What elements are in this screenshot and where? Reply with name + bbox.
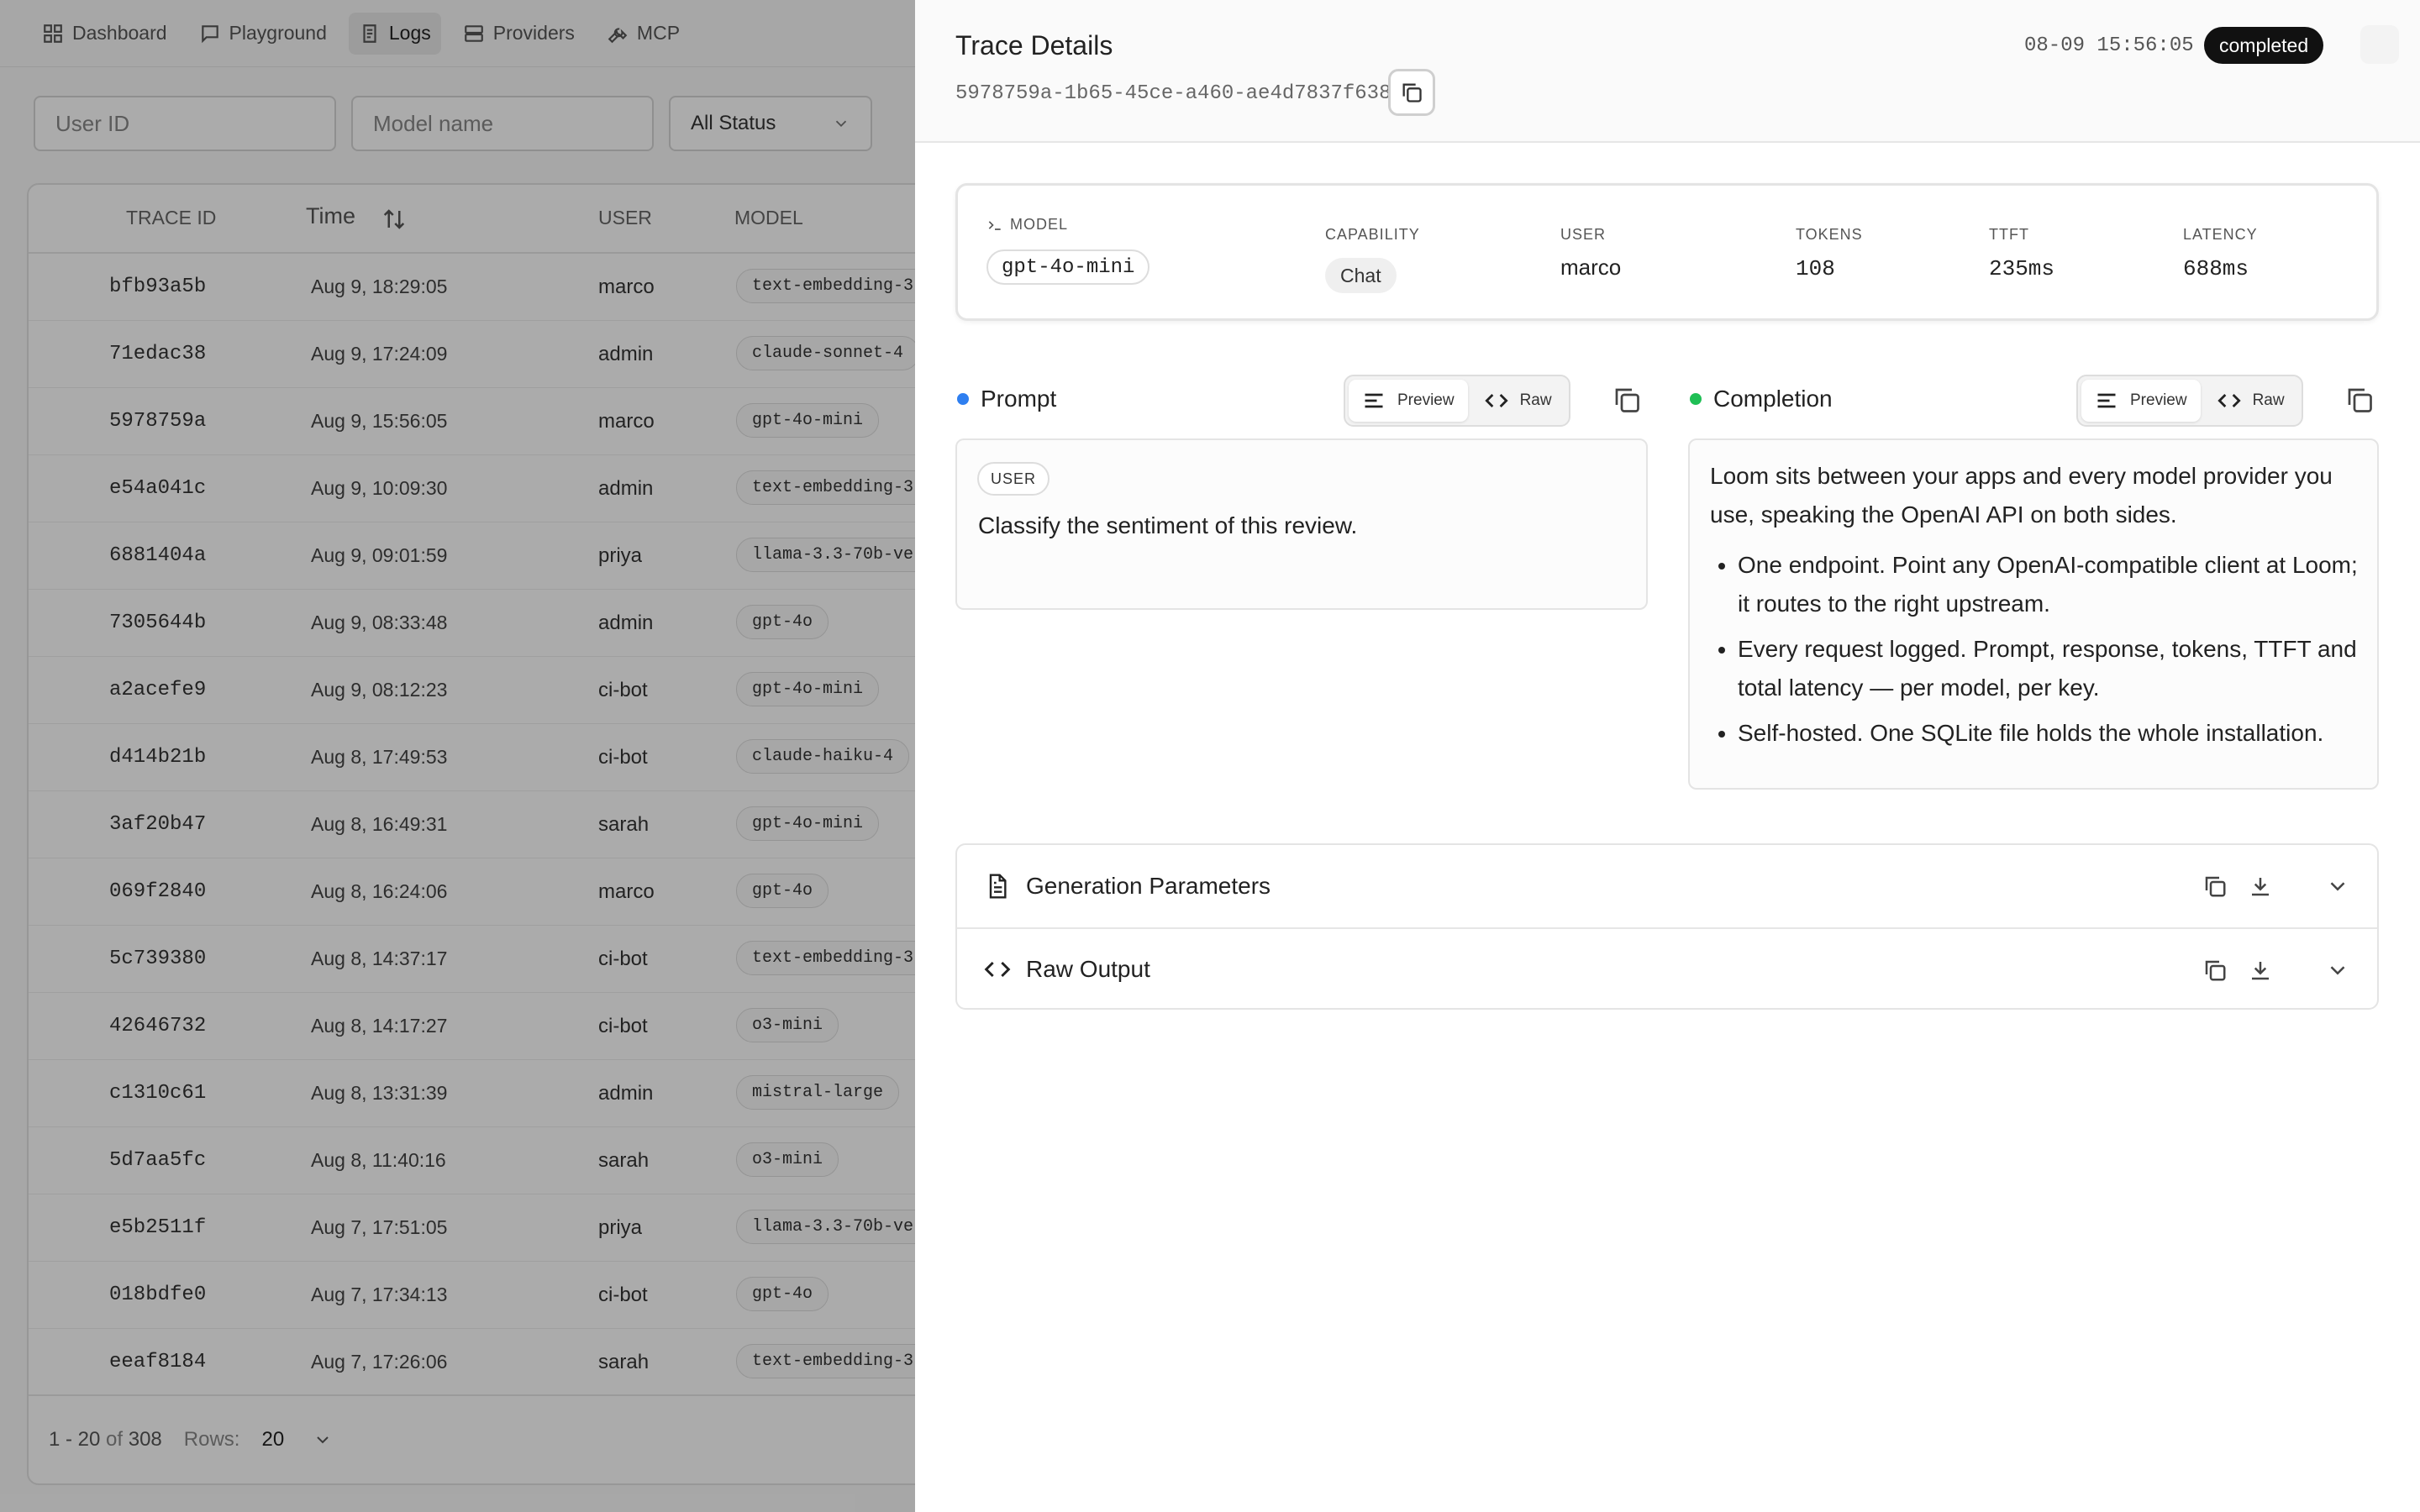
raw-output-section[interactable]: Raw Output — [957, 927, 2377, 1010]
latency-label: LATENCY — [2183, 226, 2258, 243]
copy-icon — [1402, 83, 1422, 102]
prompt-title: Prompt — [981, 386, 1057, 412]
section-actions — [2202, 929, 2350, 1011]
capability-chip: Chat — [1325, 258, 1397, 293]
user-label: USER — [1560, 226, 1607, 243]
prompt-text: Classify the sentiment of this review. — [978, 512, 1358, 538]
section-label: Generation Parameters — [1026, 873, 1271, 899]
completion-intro: Loom sits between your apps and every mo… — [1710, 463, 2333, 528]
latency-value: 688ms — [2183, 256, 2249, 281]
list-item: Every request logged. Prompt, response, … — [1738, 630, 2374, 707]
code-icon — [1484, 394, 1508, 407]
detail-sections: Generation Parameters Raw Output — [955, 843, 2379, 1010]
trace-meta-card: MODEL gpt-4o-mini CAPABILITY Chat USER m… — [955, 183, 2379, 321]
document-icon — [989, 874, 1007, 899]
trace-timestamp: 08-09 15:56:05 — [2024, 34, 2194, 57]
copy-completion-icon[interactable] — [2344, 385, 2375, 415]
drawer-header: Trace Details 5978759a-1b65-45ce-a460-ae… — [915, 0, 2420, 143]
tab-label: Preview — [1397, 391, 1455, 409]
completion-title: Completion — [1713, 386, 1833, 412]
list-item: Self-hosted. One SQLite file holds the w… — [1738, 714, 2374, 753]
close-button[interactable] — [2360, 25, 2399, 64]
completion-body: Loom sits between your apps and every mo… — [1688, 438, 2379, 790]
drawer-title: Trace Details — [955, 30, 1113, 60]
modal-backdrop[interactable] — [0, 0, 916, 1512]
tab-label: Preview — [2130, 391, 2187, 409]
ttft-label: TTFT — [1989, 226, 2029, 243]
user-value: marco — [1560, 255, 1622, 280]
chevron-down-icon[interactable] — [2325, 874, 2350, 899]
copy-trace-id-button[interactable] — [1388, 69, 1435, 116]
role-badge: USER — [977, 462, 1050, 496]
model-chip: gpt-4o-mini — [986, 249, 1150, 285]
prompt-body: USER Classify the sentiment of this revi… — [955, 438, 1648, 610]
completion-text: Loom sits between your apps and every mo… — [1710, 457, 2374, 759]
list-item: One endpoint. Point any OpenAI-compatibl… — [1738, 546, 2374, 623]
copy-icon[interactable] — [2202, 958, 2228, 983]
prompt-view-toggle: Preview Raw — [1344, 375, 1570, 427]
completion-view-toggle: Preview Raw — [2076, 375, 2303, 427]
completion-status-dot — [1690, 393, 1702, 405]
tab-label: Raw — [1519, 391, 1552, 409]
tokens-label: TOKENS — [1796, 226, 1863, 243]
completion-raw-tab[interactable]: Raw — [2204, 380, 2298, 422]
code-icon — [984, 961, 1011, 978]
copy-prompt-icon[interactable] — [1612, 385, 1642, 415]
completion-header: Completion — [1690, 378, 1833, 420]
completion-preview-tab[interactable]: Preview — [2081, 380, 2201, 422]
generation-parameters-section[interactable]: Generation Parameters — [957, 845, 2377, 927]
prompt-preview-tab[interactable]: Preview — [1349, 380, 1468, 422]
tokens-value: 108 — [1796, 256, 1835, 281]
copy-icon[interactable] — [2202, 874, 2228, 899]
prompt-header: Prompt — [957, 378, 1056, 420]
chevron-down-icon[interactable] — [2325, 958, 2350, 983]
completion-list: One endpoint. Point any OpenAI-compatibl… — [1710, 546, 2374, 753]
download-icon[interactable] — [2248, 874, 2273, 899]
model-label-row: MODEL — [986, 216, 1068, 234]
tab-label: Raw — [2252, 391, 2285, 409]
download-icon[interactable] — [2248, 958, 2273, 983]
trace-details-drawer: Trace Details 5978759a-1b65-45ce-a460-ae… — [915, 0, 2420, 1512]
model-label: MODEL — [1010, 216, 1069, 233]
section-actions — [2202, 845, 2350, 927]
ttft-value: 235ms — [1989, 256, 2055, 281]
code-icon — [2217, 394, 2241, 407]
trace-id: 5978759a-1b65-45ce-a460-ae4d7837f638 — [955, 82, 1392, 105]
status-badge: completed — [2204, 27, 2324, 64]
prompt-raw-tab[interactable]: Raw — [1471, 380, 1565, 422]
align-left-icon — [2097, 393, 2116, 408]
section-label: Raw Output — [1026, 956, 1150, 982]
prompt-status-dot — [957, 393, 969, 405]
align-left-icon — [1365, 393, 1383, 408]
terminal-icon — [988, 220, 1001, 230]
capability-label: CAPABILITY — [1325, 226, 1420, 243]
